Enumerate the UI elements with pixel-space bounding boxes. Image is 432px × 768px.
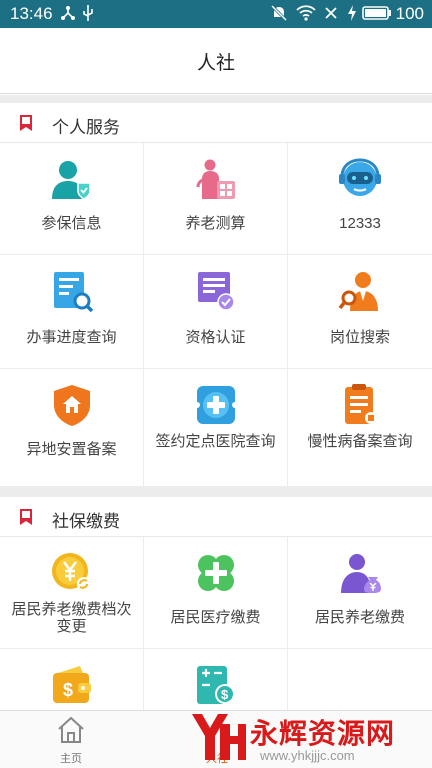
service-hospital-query[interactable]: 签约定点医院查询: [144, 369, 288, 487]
service-label: 慢性病备案查询: [307, 433, 413, 450]
qualification-cert-icon: [198, 272, 235, 311]
relocation-house-icon: [54, 385, 90, 426]
service-progress-query[interactable]: 办事进度查询: [0, 255, 144, 369]
service-label: 办事进度查询: [26, 329, 117, 346]
nav-home-label: 主页: [60, 753, 82, 765]
service-hotline-12333[interactable]: 12333: [288, 143, 432, 255]
battery-icon: [362, 6, 391, 20]
elder-moneybag-icon: [341, 554, 381, 593]
mute-icon: [270, 4, 288, 22]
insured-person-icon: [52, 161, 91, 200]
bookmark-flag-icon: [20, 115, 32, 131]
status-bar: 13:46 100: [0, 0, 432, 28]
medical-clover-icon: [198, 555, 234, 591]
svg-text:$: $: [63, 680, 73, 700]
service-label: 异地安置备案: [26, 441, 117, 458]
service-label: 资格认证: [185, 329, 246, 346]
watermark-url: www.yhkjjjc.com: [260, 748, 355, 763]
section-header-social-insurance-payment: 社保缴费: [0, 497, 432, 537]
hospital-cross-icon: [194, 386, 238, 424]
home-icon: [58, 716, 84, 743]
service-chronic-query[interactable]: 慢性病备案查询: [288, 369, 432, 487]
wallet-icon: $: [53, 666, 91, 703]
app-header: 人社: [0, 28, 432, 94]
progress-search-icon: [54, 272, 94, 313]
watermark-logo: [192, 714, 246, 760]
service-label: 签约定点医院查询: [155, 433, 276, 450]
yuan-coin-icon: [52, 553, 91, 591]
service-label: 居民养老缴费: [314, 609, 405, 626]
section-divider: [0, 95, 432, 103]
section-title: 个人服务: [52, 118, 120, 137]
status-time: 13:46: [10, 4, 53, 23]
service-label: 12333: [339, 215, 381, 232]
wifi-icon: [296, 5, 316, 21]
personal-services-grid: 参保信息 养老测算 12333 办事进度查询 资格认证 岗位搜索 异地安置备案 …: [0, 143, 432, 487]
bookmark-flag-icon: [20, 509, 32, 525]
watermark-overlay: 永辉资源网 www.yhkjjjc.com: [188, 706, 432, 768]
section-divider: [0, 487, 432, 497]
service-medical-payment[interactable]: 居民医疗缴费: [144, 537, 288, 649]
service-pension-calc[interactable]: 养老测算: [144, 143, 288, 255]
watermark-text: 永辉资源网: [250, 718, 396, 749]
service-qualification[interactable]: 资格认证: [144, 255, 288, 369]
section-title: 社保缴费: [52, 512, 120, 531]
usb-icon: [83, 5, 93, 21]
service-insured-info[interactable]: 参保信息: [0, 143, 144, 255]
nav-home-tab[interactable]: 主页: [44, 713, 98, 767]
charging-icon: [348, 5, 356, 21]
payment-calculator-icon: $: [197, 666, 235, 704]
service-relocation[interactable]: 异地安置备案: [0, 369, 144, 487]
service-job-search[interactable]: 岗位搜索: [288, 255, 432, 369]
service-pension-tier-change[interactable]: 居民养老缴费档次变更: [0, 537, 144, 649]
svg-text:$: $: [221, 687, 229, 702]
service-label: 岗位搜索: [329, 329, 390, 346]
service-label: 居民医疗缴费: [170, 609, 261, 626]
service-label: 养老测算: [185, 215, 246, 232]
service-pension-payment[interactable]: 居民养老缴费: [288, 537, 432, 649]
close-x-icon: [325, 7, 337, 19]
pension-calculator-icon: [196, 159, 235, 199]
battery-percent: 100: [395, 4, 424, 23]
network-share-icon: [61, 6, 75, 20]
hotline-robot-icon: [339, 158, 381, 196]
clipboard-icon: [345, 384, 377, 424]
page-title: 人社: [196, 53, 235, 74]
service-label: 居民养老缴费档次变更: [11, 601, 132, 635]
service-wallet[interactable]: $: [0, 649, 144, 719]
payment-services-grid: 居民养老缴费档次变更 居民医疗缴费 居民养老缴费 $ $: [0, 537, 432, 719]
section-header-personal-services: 个人服务: [0, 103, 432, 143]
service-label: 参保信息: [41, 215, 102, 232]
job-search-icon: [338, 272, 378, 311]
